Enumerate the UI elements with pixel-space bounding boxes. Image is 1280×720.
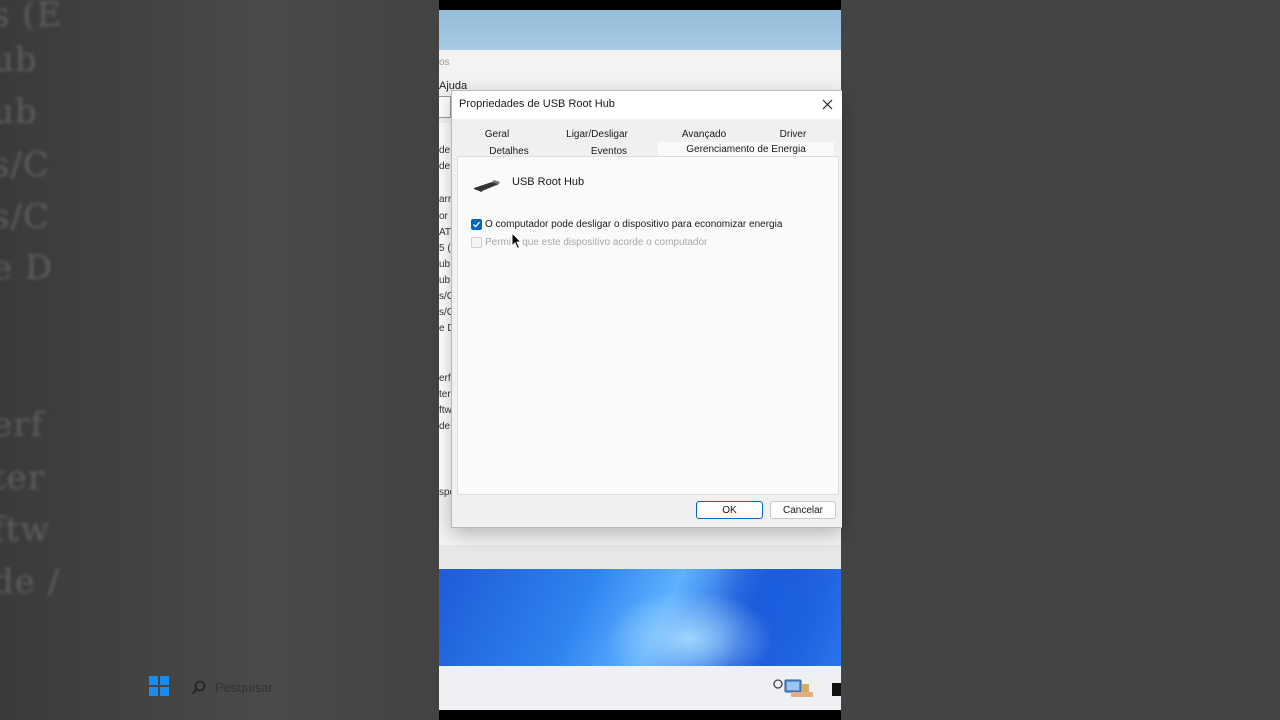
widgets-icon[interactable] [771,678,817,698]
dialog-title-bar[interactable]: Propriedades de USB Root Hub [452,91,842,119]
tab-geral[interactable]: Geral [472,129,522,140]
right-blurred-backdrop [841,0,1280,720]
ghost-text: de / [0,562,61,602]
toolbar-fragment [439,96,451,118]
ghost-text: ub [0,40,38,80]
mouse-cursor-icon [511,232,523,250]
desktop-wallpaper [439,569,841,666]
device-tree-fragment: de de arr or AT 5 (l ub ub s/C s/C e D e… [439,123,453,498]
frame-bottom-bar [439,710,841,720]
tab-ligar-desligar[interactable]: Ligar/Desligar [562,129,632,140]
ghost-text: s/C [0,145,50,185]
cancel-button[interactable]: Cancelar [770,501,836,519]
ghost-text: erf [0,405,44,445]
window-top-backdrop [439,10,841,50]
ghost-text: ftw [0,510,51,550]
ghost-text: e D [0,248,54,288]
ghost-text: ub [0,92,38,132]
properties-dialog: Propriedades de USB Root Hub Geral Ligar… [451,90,842,528]
allow-wake-checkbox[interactable] [471,237,482,248]
close-icon[interactable] [816,95,838,115]
menu-fragment: os [439,57,450,68]
ok-button[interactable]: OK [696,501,763,519]
taskbar-app-icon[interactable] [832,683,841,696]
windows-start-icon[interactable] [149,676,169,696]
tab-avancado[interactable]: Avançado [674,129,734,140]
ghost-text: ter [0,458,46,498]
allow-power-off-checkbox[interactable] [471,219,482,230]
ghost-text: s (E [0,0,63,35]
left-blurred-backdrop: s (E ub ub s/C s/C e D erf ter ftw de / [0,0,439,720]
search-icon[interactable] [192,680,206,694]
usb-device-icon [474,180,500,192]
taskbar-search-box[interactable]: Pesquisar [215,680,273,695]
allow-power-off-label[interactable]: O computador pode desligar o dispositivo… [485,219,782,230]
tab-driver[interactable]: Driver [772,129,814,140]
power-management-panel [457,156,839,495]
device-name: USB Root Hub [512,176,585,188]
ghost-text: s/C [0,197,50,237]
dialog-title: Propriedades de USB Root Hub [459,98,615,110]
window-bottom-edge [439,545,841,569]
checkmark-icon [473,221,480,228]
